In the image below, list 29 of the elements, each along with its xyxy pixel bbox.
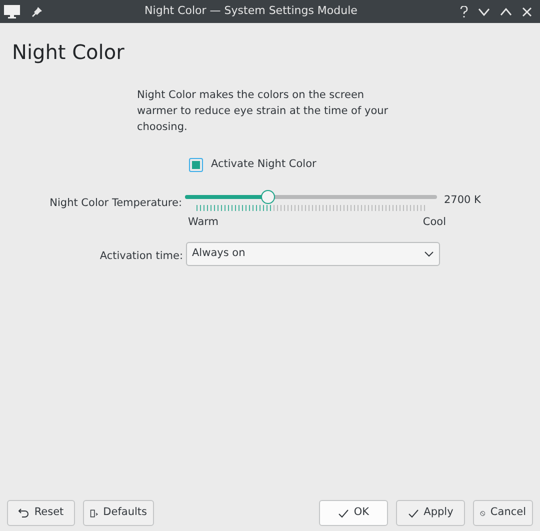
checkmark-icon [338,508,349,518]
activation-time-label: Activation time: [100,250,183,262]
minimize-icon[interactable] [478,8,490,16]
document-icon [90,508,98,518]
ok-button[interactable]: OK [319,500,388,526]
maximize-icon[interactable] [500,8,512,16]
warm-label: Warm [188,214,219,230]
activate-checkbox[interactable] [189,158,203,172]
activation-time-dropdown[interactable]: Always on [186,242,440,266]
help-icon[interactable] [460,6,468,18]
temperature-slider[interactable] [185,190,437,204]
monitor-icon[interactable] [4,4,20,18]
close-icon[interactable] [522,6,532,16]
chevron-down-icon [424,250,434,256]
window-title: Night Color — System Settings Module [144,4,358,18]
reset-button[interactable]: Reset [7,500,75,526]
apply-button[interactable]: Apply [396,500,465,526]
page-heading: Night Color [12,40,124,64]
description: Night Color makes the colors on the screen warmer to reduce eye strain at the time of your choosing. [137,88,390,135]
temperature-label: Night Color Temperature: [50,196,182,209]
cancel-button[interactable]: Cancel [473,500,533,526]
slider-thumb[interactable] [261,190,276,204]
undo-icon [18,508,30,518]
cool-label: Cool [422,214,446,230]
pin-icon[interactable] [32,6,42,16]
checkmark-icon [408,508,419,518]
checkbox-label: Activate Night Color [211,157,316,172]
defaults-button[interactable]: Defaults [83,500,154,526]
temperature-reading: 2700 K [444,192,481,208]
